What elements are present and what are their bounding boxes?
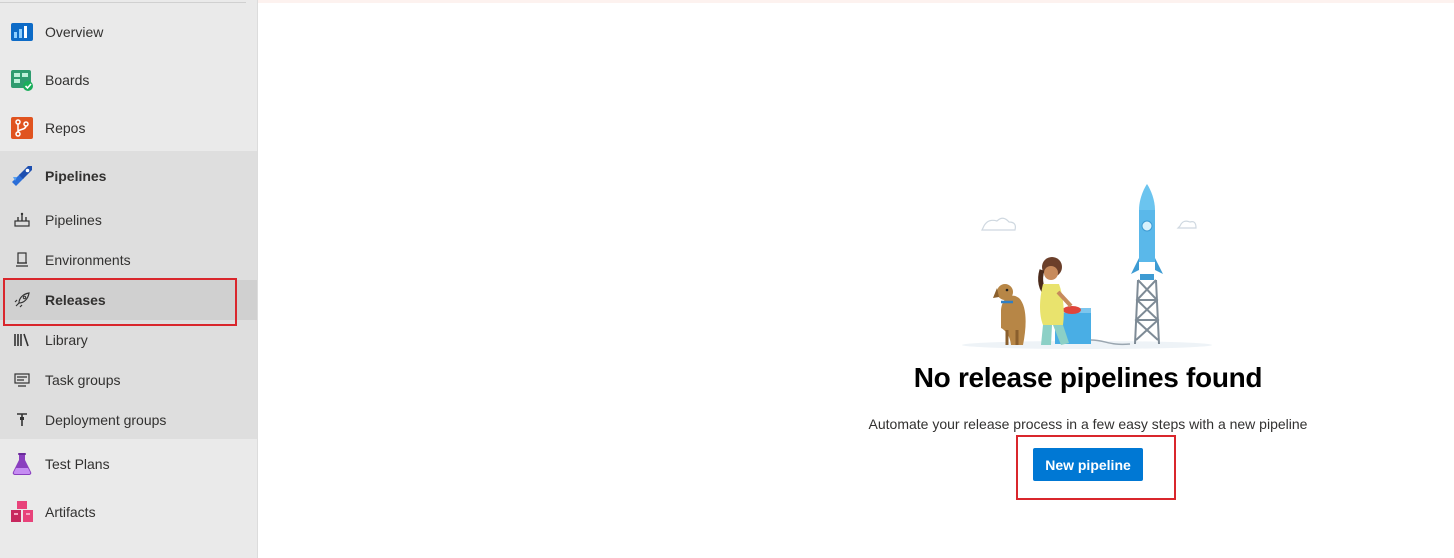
person-dog-rocket-illustration bbox=[955, 180, 1220, 350]
sidebar-item-label: Boards bbox=[45, 72, 90, 88]
test-plans-icon bbox=[10, 452, 34, 476]
top-accent-strip bbox=[258, 0, 1454, 3]
sidebar-item-label: Repos bbox=[45, 120, 86, 136]
repos-icon bbox=[10, 116, 34, 140]
sidebar-item-test-plans[interactable]: Test Plans bbox=[0, 440, 257, 488]
sidebar-item-label: Overview bbox=[45, 24, 104, 40]
sidebar-item-label: Releases bbox=[45, 292, 106, 308]
sidebar-item-library[interactable]: Library bbox=[0, 320, 257, 360]
rocket-icon bbox=[12, 290, 32, 310]
deployment-groups-icon bbox=[12, 410, 32, 430]
sidebar-item-label: Task groups bbox=[45, 372, 121, 388]
sidebar-item-releases[interactable]: Releases bbox=[0, 280, 257, 320]
sidebar-item-label: Deployment groups bbox=[45, 412, 167, 428]
sidebar-item-pipelines-group[interactable]: Pipelines bbox=[0, 152, 257, 200]
sidebar-item-artifacts[interactable]: Artifacts bbox=[0, 488, 257, 536]
sidebar-item-boards[interactable]: Boards bbox=[0, 56, 257, 104]
sidebar-item-label: Artifacts bbox=[45, 504, 96, 520]
boards-icon bbox=[10, 68, 34, 92]
environments-icon bbox=[12, 250, 32, 270]
sidebar-item-deployment-groups[interactable]: Deployment groups bbox=[0, 400, 257, 440]
empty-state-description: Automate your release process in a few e… bbox=[868, 416, 1308, 432]
sidebar-item-overview[interactable]: Overview bbox=[0, 8, 257, 56]
task-groups-icon bbox=[12, 370, 32, 390]
overview-icon bbox=[10, 20, 34, 44]
sidebar-item-label: Pipelines bbox=[45, 168, 107, 184]
empty-state-title: No release pipelines found bbox=[913, 362, 1263, 393]
sidebar-item-label: Pipelines bbox=[45, 212, 102, 228]
sidebar-item-task-groups[interactable]: Task groups bbox=[0, 360, 257, 400]
sidebar-item-label: Library bbox=[45, 332, 88, 348]
sidebar-item-label: Test Plans bbox=[45, 456, 110, 472]
sidebar-item-repos[interactable]: Repos bbox=[0, 104, 257, 152]
sidebar-top-divider bbox=[0, 2, 246, 3]
sidebar-item-pipelines[interactable]: Pipelines bbox=[0, 200, 257, 240]
new-pipeline-button[interactable]: New pipeline bbox=[1033, 448, 1143, 481]
sidebar-item-label: Environments bbox=[45, 252, 131, 268]
sidebar-item-environments[interactable]: Environments bbox=[0, 240, 257, 280]
sidebar: Overview Boards Repos Pipelines Pipeline… bbox=[0, 0, 258, 558]
pipelines-sub-icon bbox=[12, 210, 32, 230]
artifacts-icon bbox=[10, 500, 34, 524]
library-icon bbox=[12, 330, 32, 350]
pipelines-icon bbox=[10, 164, 34, 188]
